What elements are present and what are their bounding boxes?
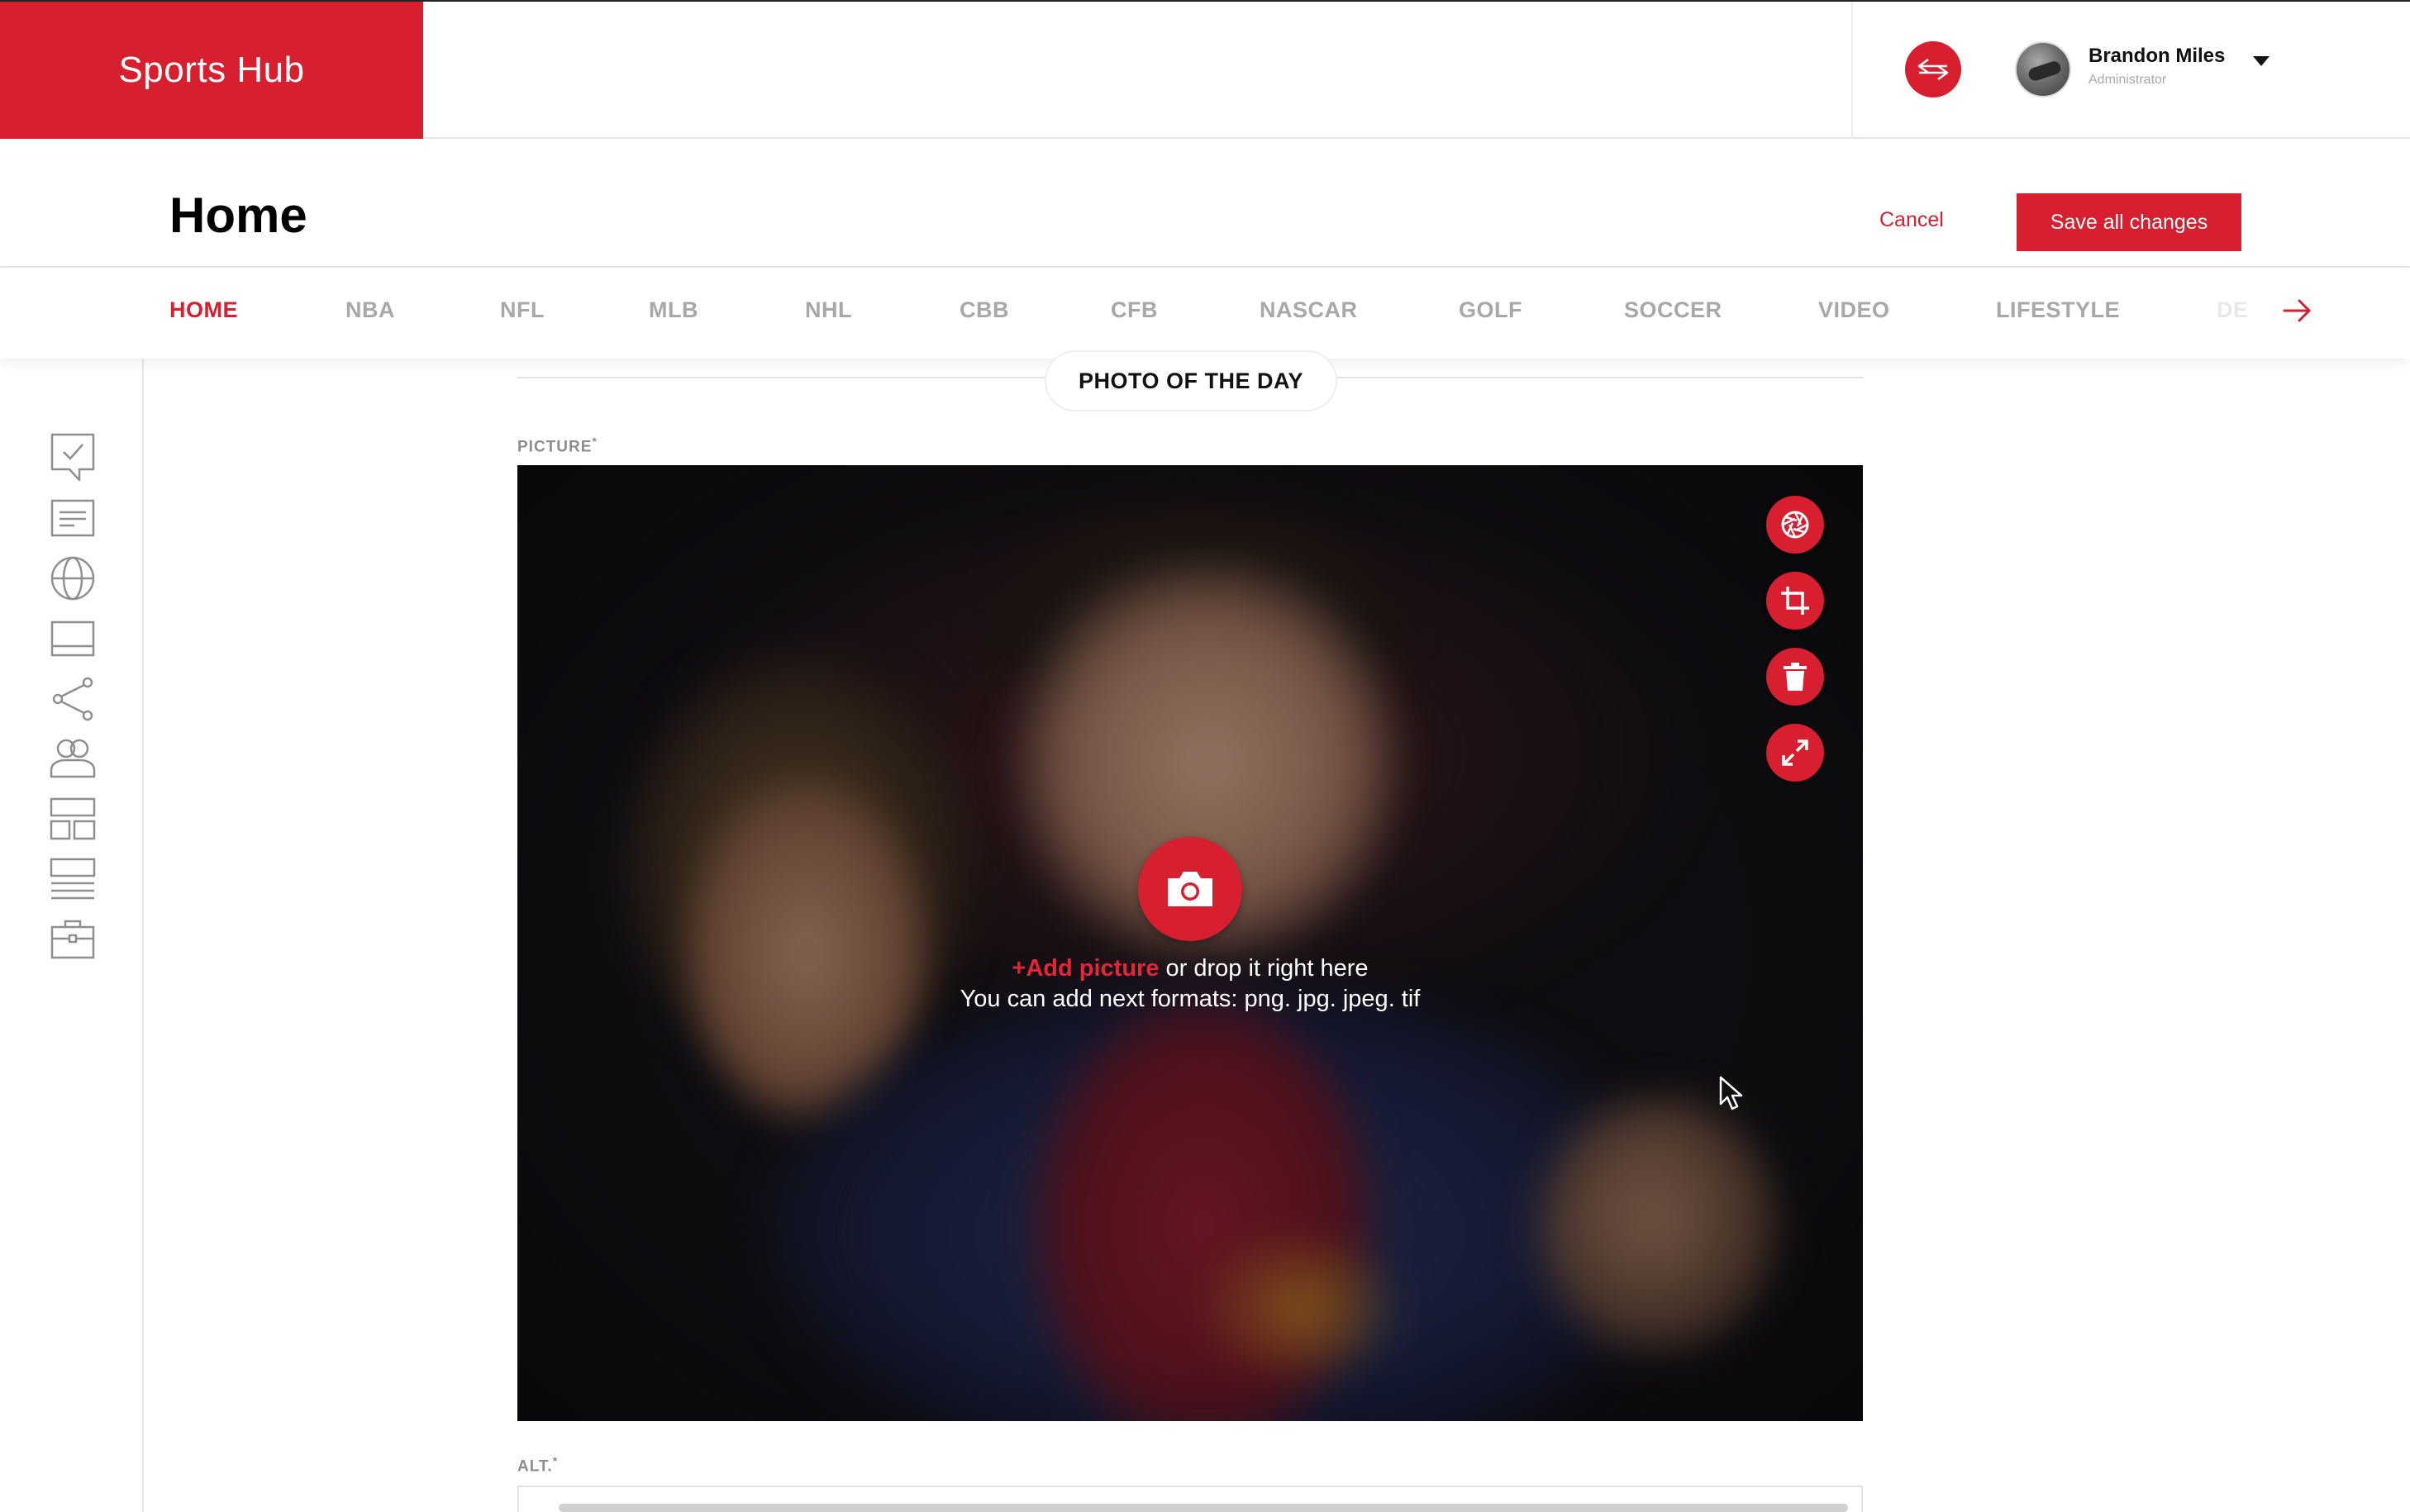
sidebar-item-business[interactable] <box>48 915 98 964</box>
picture-label-text: PICTURE <box>517 438 593 456</box>
crop-icon <box>1781 587 1809 615</box>
sidebar-item-banners[interactable] <box>48 614 98 663</box>
brand-name: Sports Hub <box>118 50 305 90</box>
page-header: Home Cancel Save all changes <box>0 139 2410 268</box>
camera-icon <box>1168 872 1212 906</box>
tab-nba[interactable]: NBA <box>345 297 395 323</box>
avatar[interactable] <box>2015 41 2071 97</box>
chevron-down-icon[interactable] <box>2250 51 2273 71</box>
upload-instructions: +Add picture or drop it right here <box>517 955 1863 982</box>
section-title: PHOTO OF THE DAY <box>1045 350 1337 411</box>
tab-cbb[interactable]: CBB <box>960 297 1009 323</box>
alt-label: ALT.* <box>517 1454 558 1476</box>
users-icon <box>50 739 96 778</box>
tab-dealbook[interactable]: DEALBOOK <box>2217 297 2248 323</box>
header-divider <box>1851 2 1853 139</box>
filter-button[interactable] <box>1766 496 1824 554</box>
arrow-right-icon[interactable] <box>2281 294 2314 327</box>
tab-video[interactable]: VIDEO <box>1818 297 1890 323</box>
crop-button[interactable] <box>1766 572 1824 630</box>
trash-icon <box>1784 663 1807 691</box>
switch-view-button[interactable] <box>1905 41 1961 97</box>
briefcase-icon <box>50 920 95 959</box>
upload-camera-button[interactable] <box>1138 837 1242 941</box>
share-icon <box>52 677 93 721</box>
photo-dim-overlay <box>517 465 1863 1421</box>
category-tabs: HOME NBA NFL MLB NHL CBB CFB NASCAR GOLF… <box>0 268 2410 359</box>
upload-formats: You can add next formats: png. jpg. jpeg… <box>960 986 1421 1012</box>
tab-golf[interactable]: GOLF <box>1459 297 1522 323</box>
horizontal-scrollbar[interactable] <box>559 1504 1848 1512</box>
sidebar-item-surveys[interactable] <box>48 433 98 483</box>
sidebar-item-lists[interactable] <box>48 854 98 904</box>
top-header: Sports Hub Brandon Miles Administrator <box>0 0 2410 139</box>
alt-label-text: ALT. <box>517 1457 553 1476</box>
mouse-cursor-icon <box>1719 1076 1743 1110</box>
cancel-button[interactable]: Cancel <box>1879 208 1944 232</box>
tab-mlb[interactable]: MLB <box>649 297 698 323</box>
tab-nascar[interactable]: NASCAR <box>1260 297 1358 323</box>
page-title: Home <box>169 188 307 243</box>
brand-logo[interactable]: Sports Hub <box>0 2 423 139</box>
sidebar <box>0 359 144 1512</box>
swap-arrows-icon <box>1917 58 1949 81</box>
required-mark: * <box>592 435 598 448</box>
sidebar-item-users[interactable] <box>48 734 98 783</box>
sidebar-item-social[interactable] <box>48 674 98 724</box>
tab-nfl[interactable]: NFL <box>500 297 545 323</box>
sidebar-item-languages[interactable] <box>48 554 98 603</box>
picture-dropzone[interactable]: +Add picture or drop it right here You c… <box>517 465 1863 1421</box>
layout-icon <box>50 797 96 840</box>
survey-icon <box>50 433 95 482</box>
tab-soccer[interactable]: SOCCER <box>1624 297 1722 323</box>
tab-nhl[interactable]: NHL <box>805 297 852 323</box>
save-all-button[interactable]: Save all changes <box>2017 193 2241 251</box>
tab-home[interactable]: HOME <box>169 297 238 323</box>
user-role: Administrator <box>2089 73 2167 87</box>
required-mark: * <box>552 1454 559 1467</box>
drop-text: or drop it right here <box>1159 955 1369 982</box>
banner-icon <box>50 620 95 657</box>
sidebar-item-layouts[interactable] <box>48 794 98 844</box>
add-picture-link[interactable]: +Add picture <box>1012 955 1159 982</box>
tab-cfb[interactable]: CFB <box>1111 297 1158 323</box>
delete-button[interactable] <box>1766 648 1824 706</box>
tab-lifestyle[interactable]: LIFESTYLE <box>1996 297 2120 323</box>
picture-label: PICTURE* <box>517 435 598 456</box>
list-icon <box>50 858 96 900</box>
globe-icon <box>50 556 95 601</box>
aperture-icon <box>1781 511 1809 539</box>
expand-icon <box>1782 739 1808 766</box>
fullscreen-button[interactable] <box>1766 724 1824 782</box>
article-icon <box>50 499 95 537</box>
user-name[interactable]: Brandon Miles <box>2089 45 2225 68</box>
sidebar-item-articles[interactable] <box>48 493 98 543</box>
